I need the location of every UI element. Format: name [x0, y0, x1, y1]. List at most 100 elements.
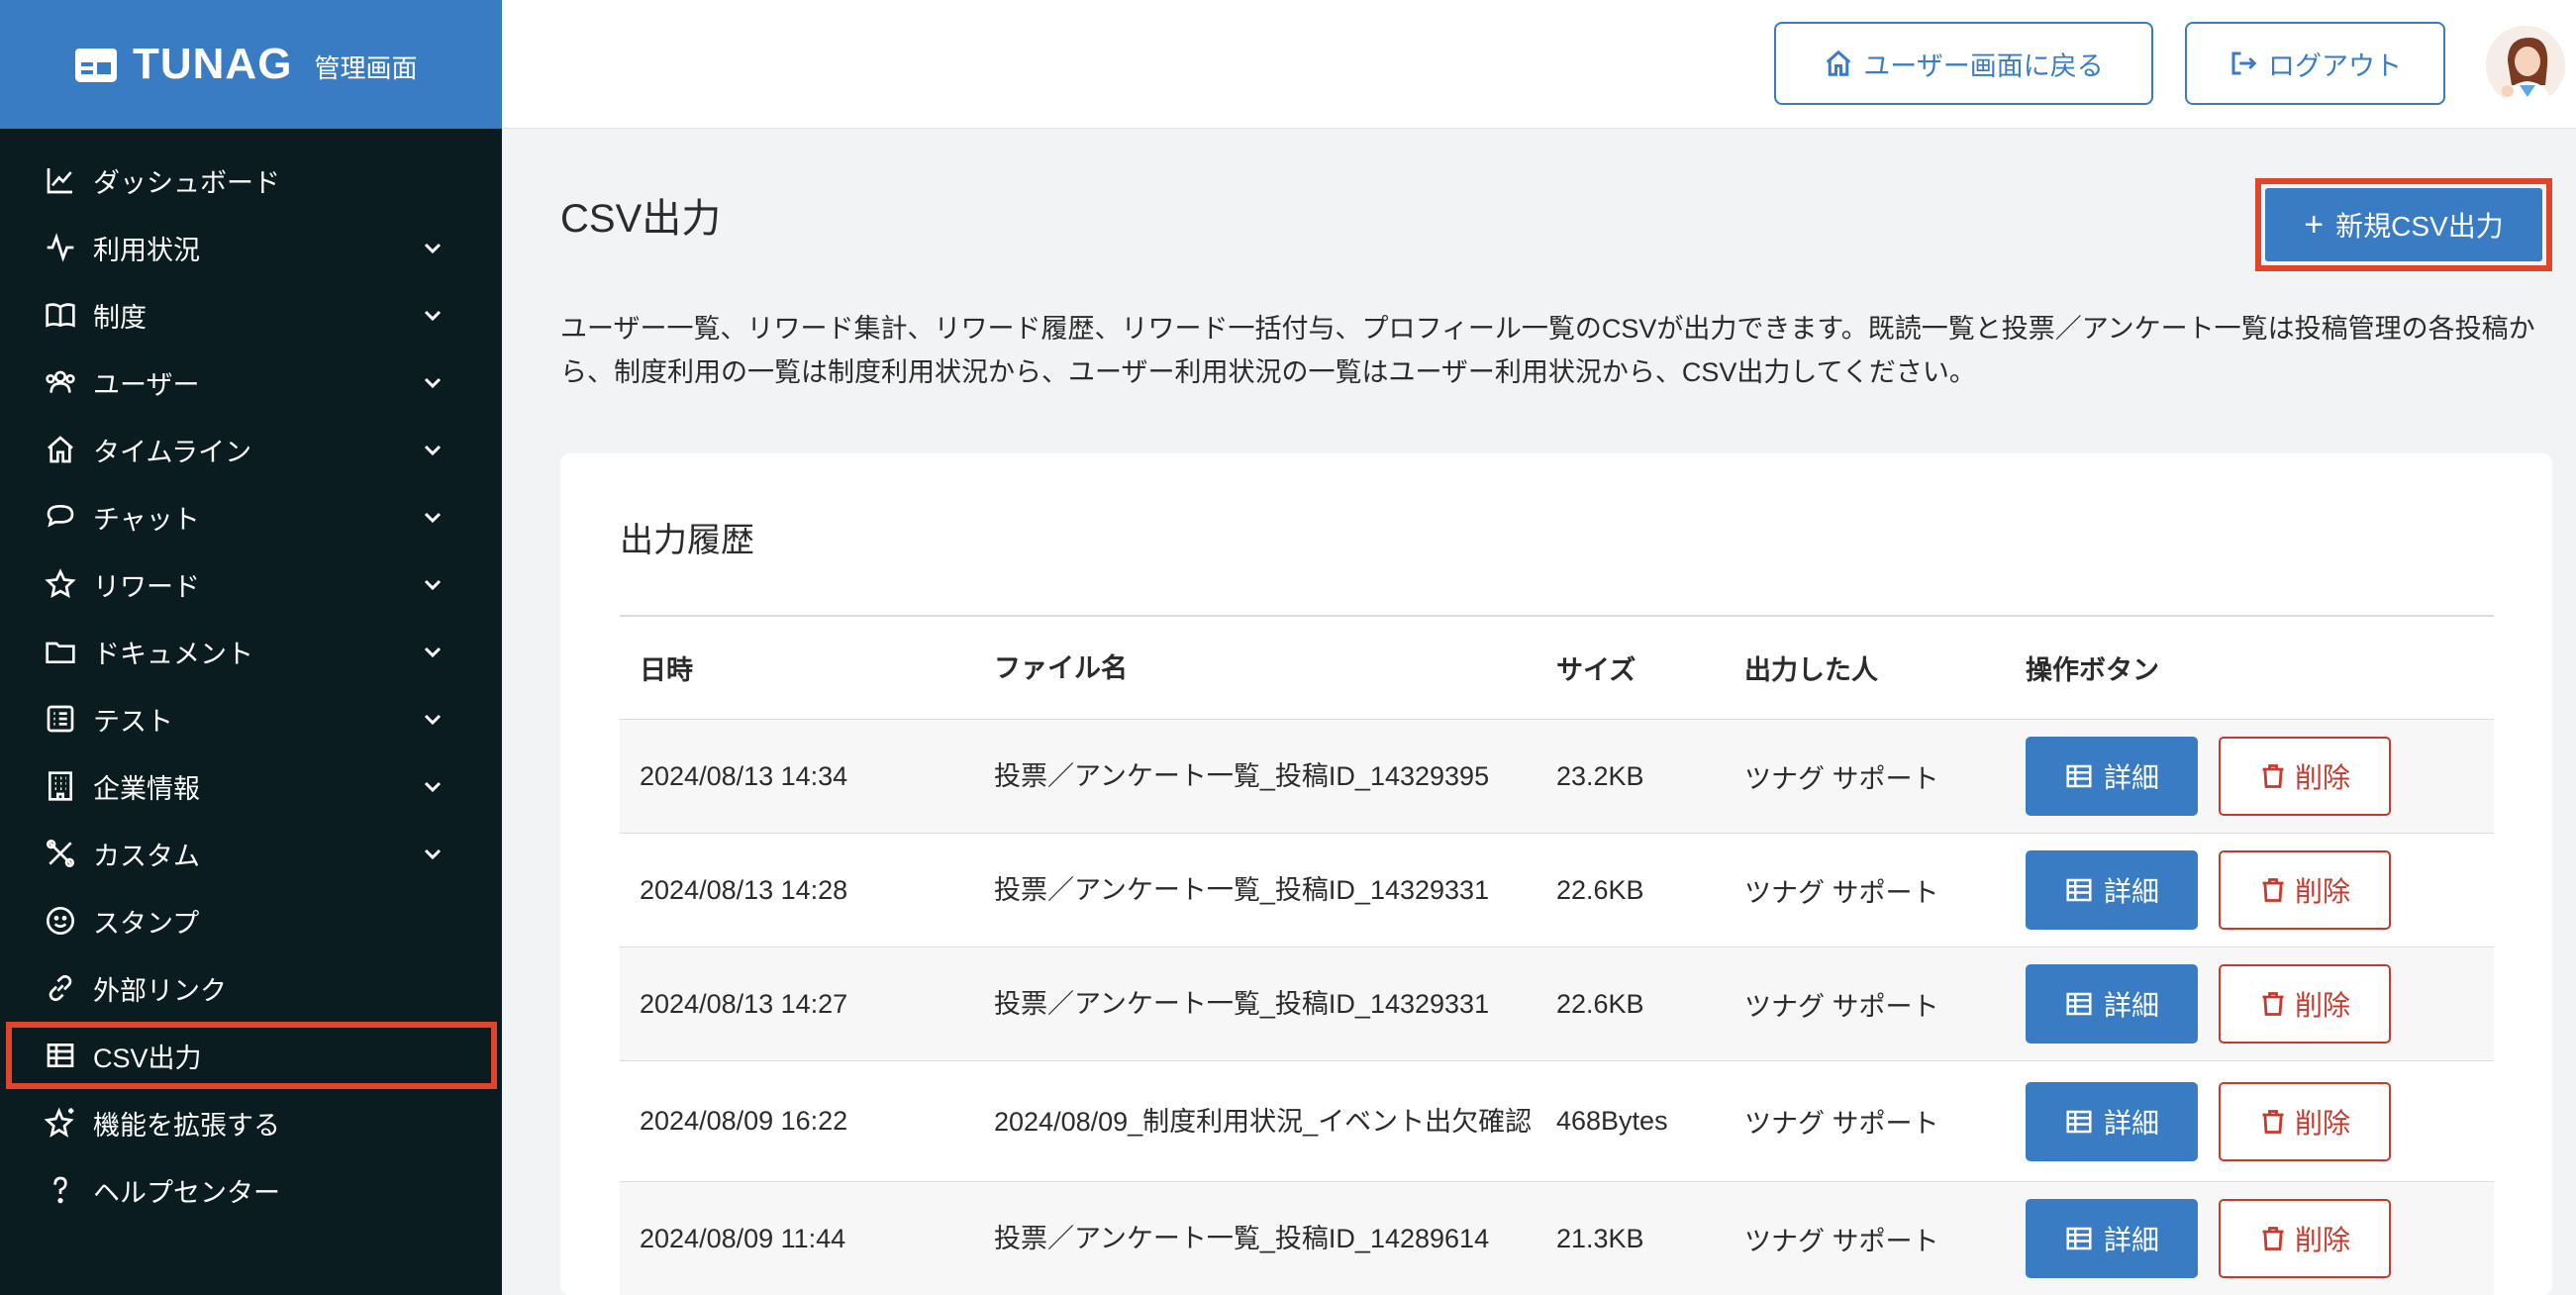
detail-button[interactable]: 詳細: [2026, 964, 2198, 1044]
cell-user: ツナグ サポート: [1744, 763, 1939, 794]
brand-header[interactable]: TUNAG 管理画面: [0, 0, 502, 129]
detail-button[interactable]: 詳細: [2026, 737, 2198, 816]
detail-button-label: 詳細: [2103, 990, 2159, 1021]
trash-icon: [2262, 878, 2284, 902]
cell-size: 468Bytes: [1556, 1106, 1668, 1136]
cell-filename: 2024/08/09_制度利用状況_イベント出欠確認: [994, 1106, 1533, 1137]
sidebar-item-label: タイムライン: [93, 437, 252, 467]
sidebar-item-star[interactable]: リワード: [0, 550, 502, 618]
delete-button-label: 削除: [2294, 762, 2350, 793]
sidebar-item-label: 制度: [93, 302, 147, 333]
cell-actions: 詳細 削除: [2026, 850, 2494, 930]
chevron-down-icon[interactable]: [421, 438, 445, 461]
sidebar-item-folder[interactable]: ドキュメント: [0, 618, 502, 685]
new-csv-export-button[interactable]: + 新規CSV出力: [2265, 188, 2542, 261]
brand-name: TUNAG: [133, 40, 293, 88]
trash-icon: [2262, 1227, 2284, 1250]
chevron-down-icon[interactable]: [421, 236, 445, 259]
activity-icon: [44, 231, 77, 264]
sidebar-item-label: リワード: [93, 571, 200, 602]
cell-size: 21.3KB: [1556, 1223, 1644, 1253]
sidebar-item-link[interactable]: 外部リンク: [0, 954, 502, 1022]
cell-filename: 投票／アンケート一覧_投稿ID_14329331: [994, 989, 1490, 1019]
sidebar-item-label: CSV出力: [93, 1043, 202, 1073]
column-header-actions: 操作ボタン: [2026, 655, 2159, 685]
sidebar-item-tools[interactable]: カスタム: [0, 820, 502, 887]
sidebar-item-label: 外部リンク: [93, 975, 227, 1006]
sidebar-item-label: ユーザー: [93, 369, 200, 400]
new-csv-button-highlight: + 新規CSV出力: [2255, 178, 2552, 271]
avatar[interactable]: [2486, 26, 2565, 105]
sidebar-item-users[interactable]: ユーザー: [0, 349, 502, 416]
chevron-down-icon[interactable]: [421, 572, 445, 596]
chevron-down-icon[interactable]: [421, 707, 445, 731]
sidebar-item-table[interactable]: CSV出力: [6, 1022, 497, 1089]
cell-filename: 投票／アンケート一覧_投稿ID_14329395: [994, 761, 1490, 791]
chevron-down-icon[interactable]: [421, 505, 445, 529]
sidebar-item-chart-line[interactable]: ダッシュボード: [0, 147, 502, 214]
top-bar: ユーザー画面に戻る ログアウト: [502, 0, 2576, 129]
tools-icon: [44, 837, 77, 870]
building-icon: [44, 769, 77, 803]
back-to-user-screen-button[interactable]: ユーザー画面に戻る: [1774, 22, 2153, 105]
table-icon: [2066, 1227, 2092, 1250]
sidebar-item-activity[interactable]: 利用状況: [0, 214, 502, 281]
detail-button-label: 詳細: [2103, 1225, 2159, 1255]
detail-button[interactable]: 詳細: [2026, 1199, 2198, 1278]
delete-button-label: 削除: [2294, 990, 2350, 1021]
delete-button[interactable]: 削除: [2219, 737, 2391, 816]
sidebar-item-chat-bubble[interactable]: チャット: [0, 483, 502, 550]
detail-button-label: 詳細: [2103, 762, 2159, 793]
sidebar-item-book[interactable]: 制度: [0, 281, 502, 349]
home-icon: [44, 433, 77, 466]
sidebar-item-smiley[interactable]: スタンプ: [0, 887, 502, 954]
detail-button[interactable]: 詳細: [2026, 850, 2198, 930]
sidebar-item-help[interactable]: ヘルプセンター: [0, 1156, 502, 1224]
delete-button[interactable]: 削除: [2219, 850, 2391, 930]
help-icon: [44, 1173, 77, 1207]
sidebar-item-label: ダッシュボード: [93, 167, 280, 198]
delete-button[interactable]: 削除: [2219, 1199, 2391, 1278]
sidebar-item-label: カスタム: [93, 841, 200, 871]
export-history-card: 出力履歴 日時 ファイル名 サイズ 出力した人 操作ボタン 2024/08/13…: [560, 453, 2552, 1295]
chevron-down-icon[interactable]: [421, 774, 445, 798]
back-button-label: ユーザー画面に戻る: [1863, 50, 2104, 81]
sidebar-item-label: チャット: [93, 504, 200, 535]
page-title: CSV出力: [560, 197, 722, 241]
detail-button-label: 詳細: [2103, 1107, 2159, 1139]
delete-button-label: 削除: [2294, 1225, 2350, 1255]
users-icon: [44, 365, 77, 399]
cell-actions: 詳細 削除: [2026, 1199, 2494, 1278]
page-description: ユーザー一覧、リワード集計、リワード履歴、リワード一括付与、プロフィール一覧のC…: [560, 314, 2535, 387]
chevron-down-icon[interactable]: [421, 842, 445, 865]
trash-icon: [2262, 764, 2284, 788]
column-header-user: 出力した人: [1744, 655, 1878, 685]
delete-button[interactable]: 削除: [2219, 964, 2391, 1044]
detail-button[interactable]: 詳細: [2026, 1081, 2198, 1161]
chevron-down-icon[interactable]: [421, 303, 445, 327]
sidebar-item-sparkle-star[interactable]: 機能を拡張する: [0, 1089, 502, 1156]
history-table: 日時 ファイル名 サイズ 出力した人 操作ボタン 2024/08/13 14:3…: [620, 615, 2494, 1295]
star-icon: [44, 567, 77, 601]
logout-button[interactable]: ログアウト: [2185, 22, 2445, 105]
sidebar-item-building[interactable]: 企業情報: [0, 752, 502, 820]
chevron-down-icon[interactable]: [421, 370, 445, 394]
cell-size: 23.2KB: [1556, 760, 1644, 791]
sidebar: TUNAG 管理画面 ダッシュボード利用状況制度ユーザータイムライン チャットリワ…: [0, 0, 502, 1295]
chevron-down-icon[interactable]: [421, 640, 445, 663]
table-body: 2024/08/13 14:34 投票／アンケート一覧_投稿ID_14329395…: [620, 720, 2494, 1295]
cell-datetime: 2024/08/13 14:27: [640, 988, 848, 1019]
table-icon: [2066, 992, 2092, 1016]
cell-size: 22.6KB: [1556, 874, 1644, 905]
cell-datetime: 2024/08/13 14:28: [640, 874, 848, 905]
link-icon: [44, 971, 77, 1005]
sidebar-item-home[interactable]: タイムライン: [0, 416, 502, 483]
sidebar-item-checklist[interactable]: テスト: [0, 685, 502, 752]
home-icon: [1827, 50, 1851, 76]
table-icon: [2066, 878, 2092, 902]
table-row: 2024/08/09 11:44 投票／アンケート一覧_投稿ID_14289614…: [620, 1182, 2494, 1295]
column-header-datetime: 日時: [640, 655, 693, 685]
new-csv-button-label: 新規CSV出力: [2335, 211, 2504, 242]
delete-button[interactable]: 削除: [2219, 1081, 2391, 1161]
cell-actions: 詳細 削除: [2026, 737, 2494, 816]
